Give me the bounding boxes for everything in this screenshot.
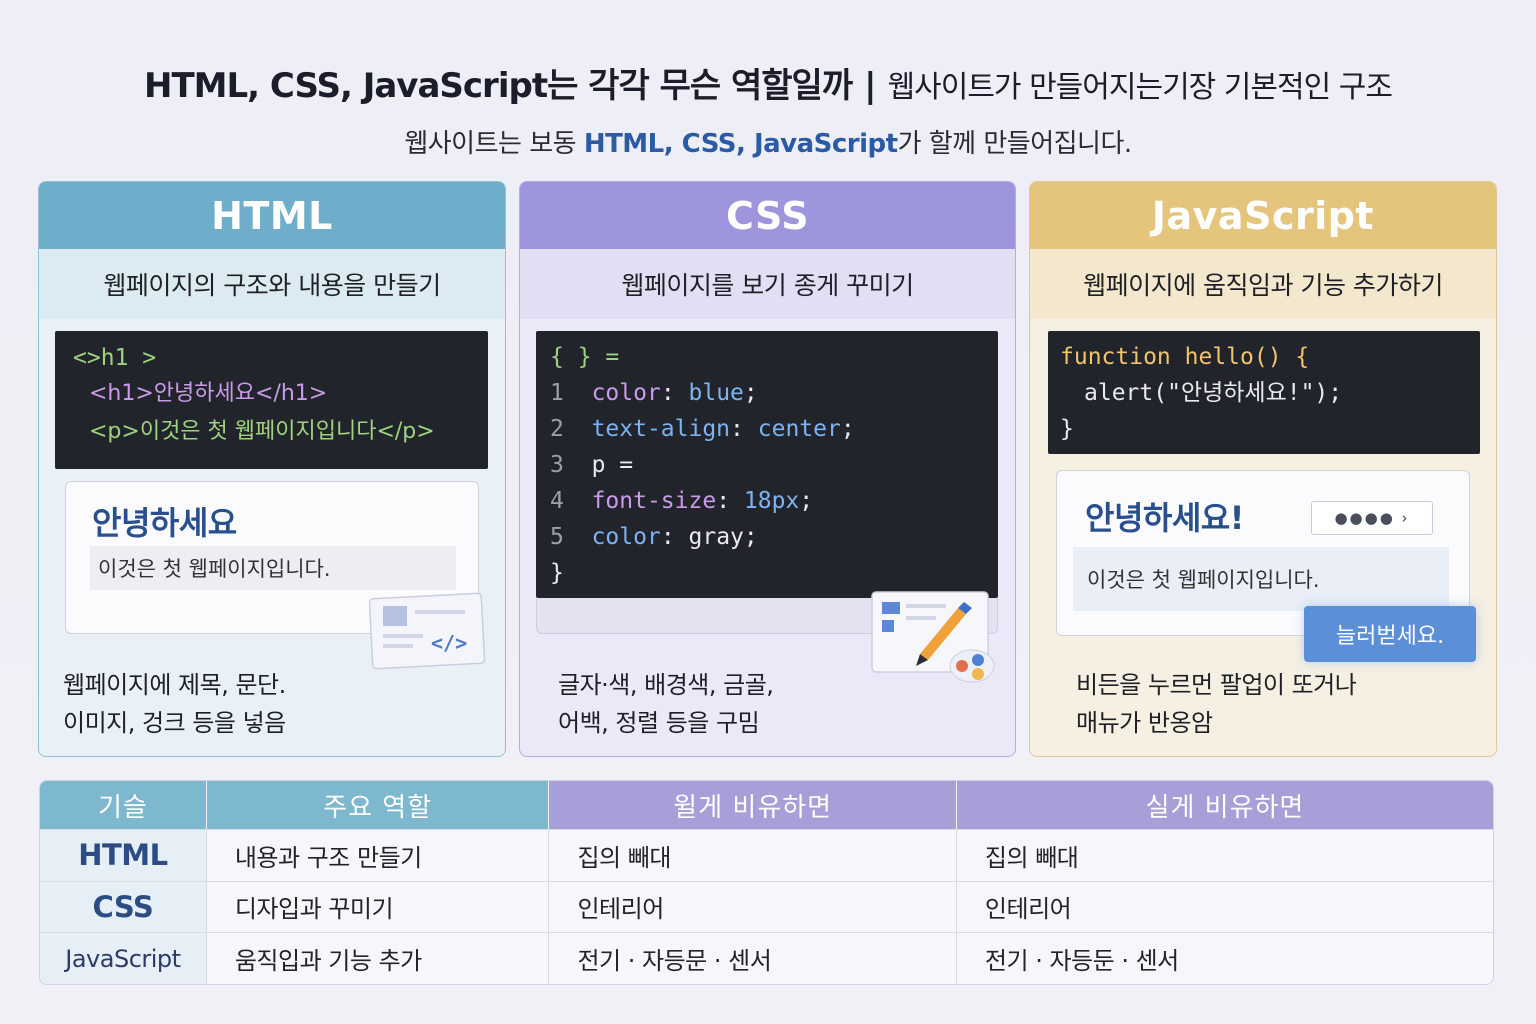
table-header-row: 기슬 주요 역할 윌게 비유하면 실게 비유하면 [40,781,1493,829]
subtitle-pre: 웹사이트는 보동 [404,129,584,159]
table-row: JavaScript 움직입과 기능 추가 전기 · 자등문 · 센서 전기 ·… [40,932,1493,984]
svg-text:</>: </> [431,631,467,655]
html-preview-text: 이것은 첫 웹페이지입니다. [90,546,456,590]
page-subtitle: 웹사이트는 보동 HTML, CSS, JavaScript가 할께 만들어집니… [0,123,1536,160]
css-card-footer: 글자·색, 배경색, 금골, 어백, 정렬 등을 구밈 [558,666,774,742]
css-card-desc: 웹페이지를 보기 종게 꾸미기 [520,249,1015,319]
css-code-block: { } = 1 color: blue; 2 text-align: cente… [536,331,998,598]
title-main: HTML, CSS, JavaScript는 각각 무슨 역할일까 [144,66,853,106]
js-code-line-1: function hello() { [1060,344,1310,370]
cell-role: 움직입과 기능 추가 [205,932,549,984]
title-sub: 웹사이트가 만들어지는기장 기본적인 구조 [887,70,1393,105]
cell-analogy-a: 인테리어 [548,880,956,933]
cell-tech: CSS [40,880,206,933]
js-card-footer: 비든을 누르먼 팔업이 또거나 매뉴가 반옹암 [1076,666,1357,742]
css-card: CSS 웹페이지를 보기 종게 꾸미기 { } = 1 color: blue;… [519,181,1016,757]
css-code-line-1: 1 color: blue; [550,380,758,406]
html-code-block: <>h1 > <h1>안녕하세요</h1> <p>이것은 첫 웹페이지입니다</… [55,331,488,469]
html-card-footer: 웹페이지에 제목, 문단. 이미지, 겅크 등을 넣음 [63,666,286,742]
page-title: HTML, CSS, JavaScript는 각각 무슨 역할일까 | 웹사이트가 … [0,58,1536,107]
html-card-desc: 웹페이지의 구조와 내용을 만들기 [39,249,505,319]
js-footer-line-1: 비든을 누르먼 팔업이 또거나 [1076,671,1357,699]
css-code-line-4: 4 font-size: 18px; [550,488,814,514]
cell-analogy-b: 인테리어 [955,880,1493,933]
css-code-line-5: 5 color: gray; [550,524,758,550]
js-preview-heading: 안녕하세요! [1085,499,1244,537]
cell-analogy-a: 전기 · 자등문 · 센서 [548,932,956,984]
paint-palette-icon [871,591,995,683]
js-card-desc: 웹페이지에 움직임과 기능 추가하기 [1030,249,1496,319]
js-card: JavaScript 웹페이지에 움직임과 기능 추가하기 function h… [1029,181,1497,757]
col-header-analogy-b: 실게 비유하면 [955,781,1493,829]
cell-analogy-a: 집의 빼대 [548,829,956,881]
html-card: HTML 웹페이지의 구조와 내용을 만들기 <>h1 > <h1>안녕하세요<… [38,181,506,757]
html-preview-heading: 안녕하세요 [92,504,237,542]
table-row: CSS 디자입과 꾸미기 인테리어 인테리어 [40,880,1493,933]
cell-role: 디자입과 꾸미기 [205,880,549,933]
css-code-header: { } = [550,344,620,370]
col-header-role: 주요 역할 [205,781,549,829]
cell-tech: HTML [40,829,206,881]
js-footer-line-2: 매뉴가 반옹암 [1076,709,1213,737]
html-code-line-2: <h1>안녕하세요</h1> [89,381,328,406]
cell-analogy-b: 집의 빼대 [955,829,1493,881]
js-code-line-3: } [1060,416,1074,442]
html-footer-line-2: 이미지, 겅크 등을 넣음 [63,709,286,737]
html-footer-line-1: 웹페이지에 제목, 문단. [63,671,286,699]
comparison-table: 기슬 주요 역할 윌게 비유하면 실게 비유하면 HTML 내용과 구조 만들기… [39,780,1494,985]
js-card-title: JavaScript [1030,182,1496,249]
col-header-tech: 기슬 [40,781,206,829]
title-separator: | [864,66,876,106]
js-preview-dots-bar[interactable]: ●●●● › [1311,501,1433,535]
html-code-line-1: <>h1 > [73,345,157,371]
js-code-line-2: alert("안녕하세요!"); [1084,380,1343,406]
css-code-line-2: 2 text-align: center; [550,416,855,442]
css-footer-line-2: 어백, 정렬 등을 구밈 [558,709,760,737]
cell-tech: JavaScript [40,932,206,984]
code-document-icon: </> [369,592,486,670]
js-code-block: function hello() { alert("안녕하세요!"); } [1048,331,1480,454]
html-code-line-3: <p>이것은 첫 웹페이지입니다</p> [89,419,435,444]
cell-analogy-b: 전기 · 자등둔 · 센서 [955,932,1493,984]
table-row: HTML 내용과 구조 만들기 집의 빼대 집의 빼대 [40,829,1493,881]
css-code-line-3: 3 p = [550,452,634,478]
js-popup-button[interactable]: 늘러벋세요. [1304,606,1476,662]
subtitle-highlight: HTML, CSS, JavaScript [583,129,898,159]
col-header-analogy-a: 윌게 비유하면 [548,781,956,829]
cell-role: 내용과 구조 만들기 [205,829,549,881]
subtitle-post: 가 할께 만들어집니다. [897,129,1133,159]
html-card-title: HTML [39,182,505,249]
css-card-title: CSS [520,182,1015,249]
js-preview-text: 이것은 첫 웹페이지입니다. [1073,547,1449,611]
css-footer-line-1: 글자·색, 배경색, 금골, [558,671,774,699]
